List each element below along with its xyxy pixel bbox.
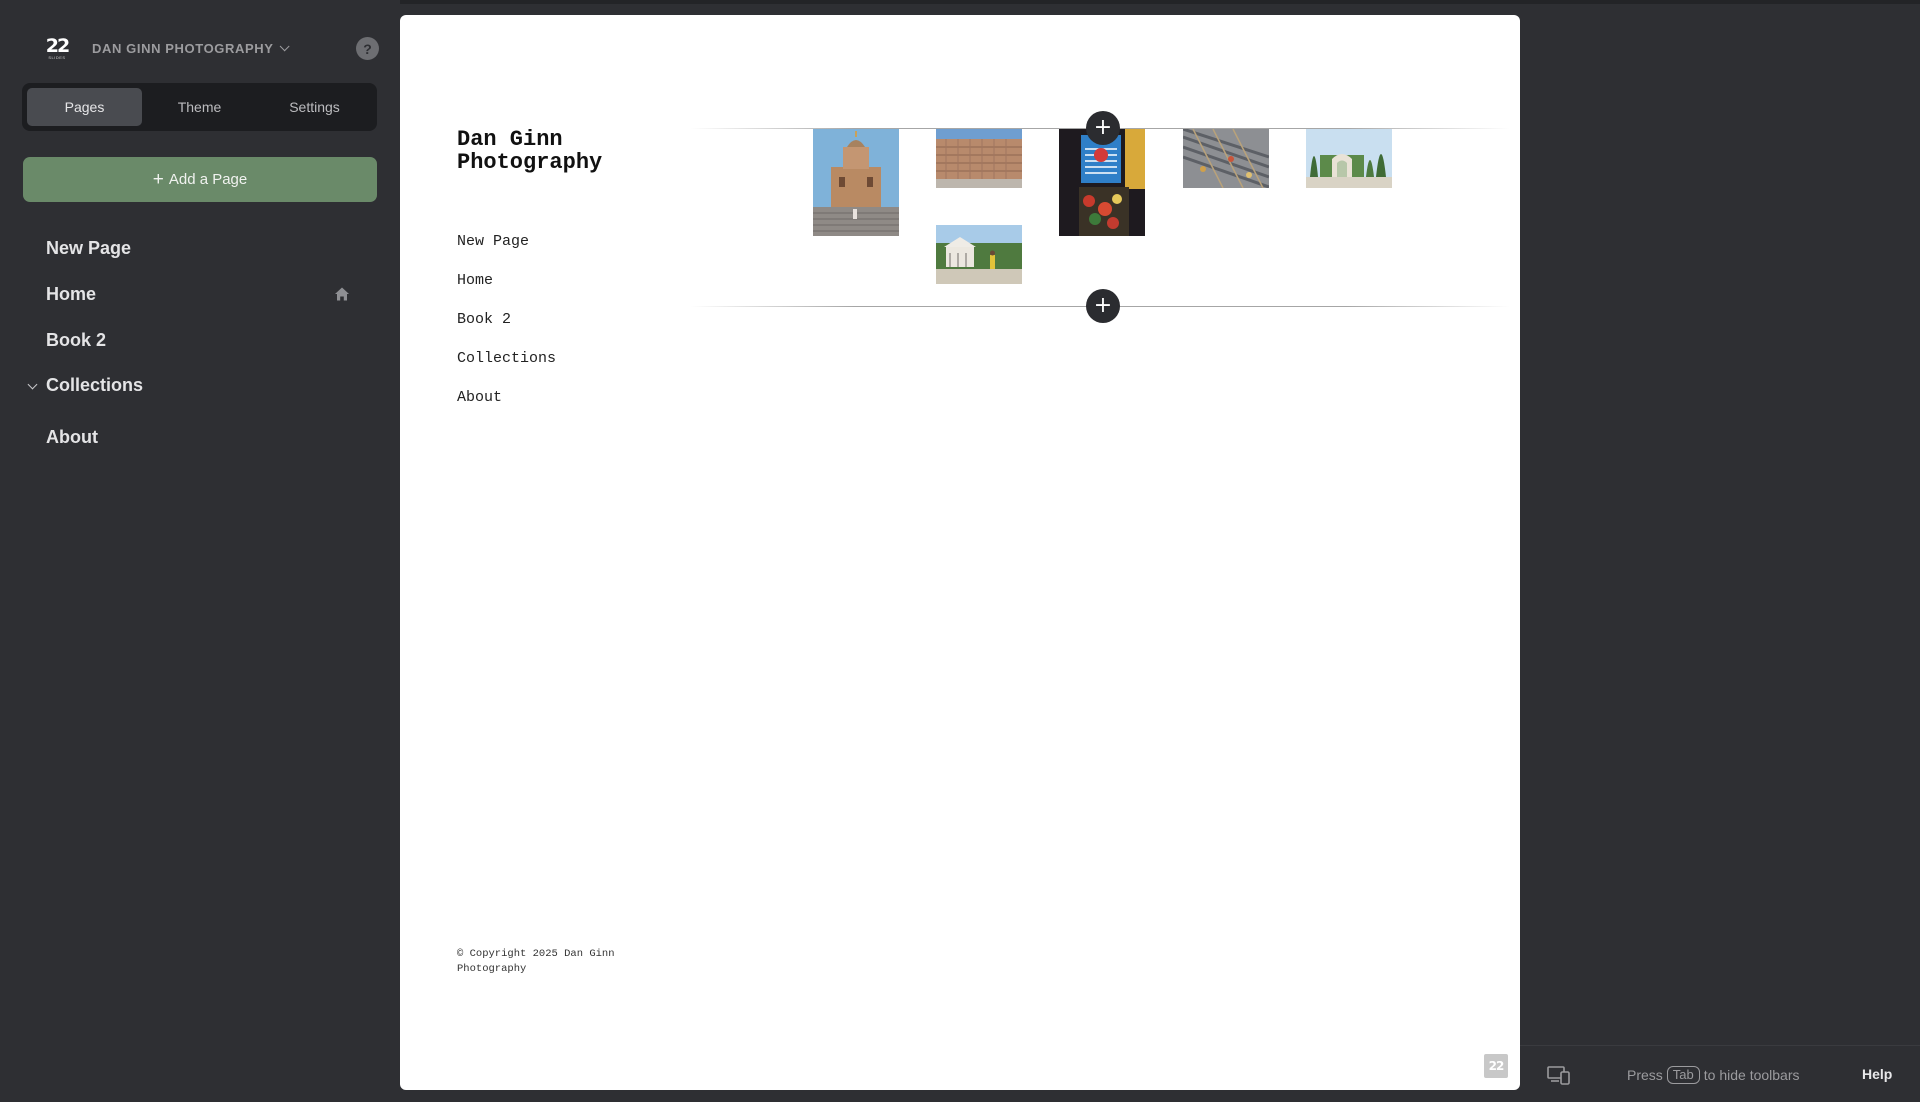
photo-crowd-image [1183, 129, 1269, 188]
photo-building-image [936, 129, 1022, 188]
sidebar-item-collections[interactable]: Collections [0, 365, 370, 405]
logo-number: 22 [45, 34, 70, 57]
gallery-photo-shop-sign[interactable] [1059, 129, 1145, 236]
editor-sidebar: 22 SLIDES DAN GINN PHOTOGRAPHY ? Pages T… [0, 0, 400, 1102]
sidebar-item-label: Collections [46, 374, 144, 395]
help-link[interactable]: Help [1862, 1066, 1892, 1082]
device-preview-icon[interactable] [1547, 1065, 1571, 1085]
sidebar-item-label: New Page [46, 237, 132, 258]
brand-row: 22 SLIDES DAN GINN PHOTOGRAPHY ? [44, 34, 379, 62]
chevron-down-icon[interactable] [27, 379, 38, 390]
sidebar-item-label: About [46, 426, 98, 447]
tab-pages[interactable]: Pages [27, 88, 142, 126]
tab-settings[interactable]: Settings [257, 88, 372, 126]
site-nav-home[interactable]: Home [457, 272, 493, 289]
home-icon [335, 287, 349, 301]
toolbar-hint: Press Tab to hide toolbars [1627, 1066, 1800, 1084]
plus-icon: + [152, 169, 164, 190]
chevron-down-icon [279, 40, 290, 51]
gallery-photo-cathedral[interactable] [813, 129, 899, 236]
site-nav-book-2[interactable]: Book 2 [457, 311, 511, 328]
sidebar-item-about[interactable]: About [0, 417, 370, 457]
sidebar-item-label: Home [46, 283, 97, 304]
help-icon[interactable]: ? [356, 37, 379, 60]
site-name: DAN GINN PHOTOGRAPHY [92, 40, 274, 56]
site-preview-canvas: Dan Ginn Photography New Page Home Book … [400, 15, 1520, 1090]
gallery-photo-gazebo[interactable] [936, 225, 1022, 284]
sidebar-tabs: Pages Theme Settings [22, 83, 377, 131]
site-nav-new-page[interactable]: New Page [457, 233, 529, 250]
logo-sub: SLIDES [48, 54, 66, 60]
sidebar-item-book-2[interactable]: Book 2 [0, 320, 370, 360]
hint-suffix: to hide toolbars [1703, 1067, 1800, 1083]
site-title[interactable]: Dan Ginn Photography [457, 128, 677, 174]
22slides-logo[interactable]: 22 SLIDES [44, 35, 70, 61]
sidebar-item-label: Book 2 [46, 329, 107, 350]
photo-garden-arch-image [1306, 129, 1392, 188]
photo-shop-sign-image [1059, 129, 1145, 236]
tab-theme[interactable]: Theme [142, 88, 257, 126]
photo-cathedral-image [813, 129, 899, 236]
add-section-below-button[interactable]: + [1086, 289, 1120, 323]
sidebar-item-home[interactable]: Home [0, 274, 370, 314]
add-page-label: Add a Page [168, 171, 248, 188]
site-nav-collections[interactable]: Collections [457, 350, 556, 367]
gallery-photo-building[interactable] [936, 129, 1022, 188]
site-nav-about[interactable]: About [457, 389, 502, 406]
hint-prefix: Press [1627, 1067, 1663, 1083]
photo-gazebo-image [936, 225, 1022, 284]
site-switcher[interactable]: DAN GINN PHOTOGRAPHY [92, 40, 290, 56]
sidebar-item-new-page[interactable]: New Page [0, 228, 370, 268]
gallery-photo-garden-arch[interactable] [1306, 129, 1392, 188]
gallery-photo-crowd[interactable] [1183, 129, 1269, 188]
add-page-button[interactable]: + Add a Page [23, 157, 377, 202]
bottom-toolbar: Press Tab to hide toolbars Help [1520, 1045, 1920, 1102]
22slides-badge: 22 [1484, 1054, 1508, 1078]
add-section-above-button[interactable]: + [1086, 111, 1120, 145]
tab-key: Tab [1666, 1066, 1700, 1084]
site-copyright: © Copyright 2025 Dan Ginn Photography [457, 948, 615, 975]
